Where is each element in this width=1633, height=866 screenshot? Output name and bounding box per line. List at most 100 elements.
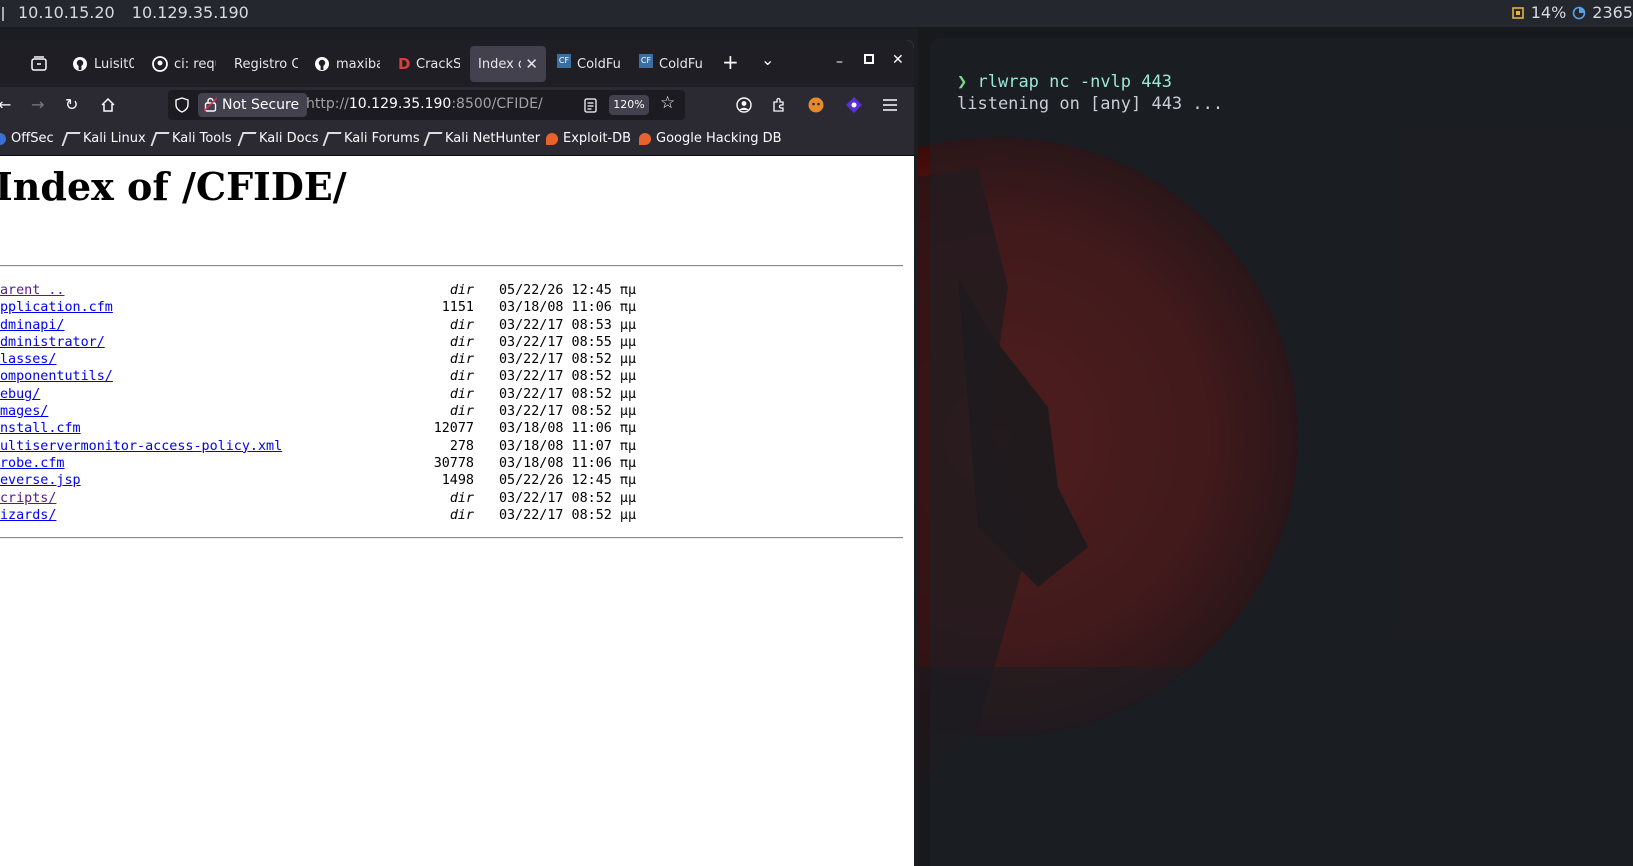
minimize-button[interactable]: –	[836, 54, 843, 70]
bookmark-kali-tools[interactable]: Kali Tools	[150, 131, 232, 146]
tab-registro[interactable]: Registro C	[234, 46, 298, 82]
close-tab-icon[interactable]: ✕	[525, 55, 538, 73]
exploit-db-icon	[546, 132, 558, 145]
bookmark-google-hacking-db[interactable]: Google Hacking DB	[639, 131, 782, 146]
divider	[0, 537, 903, 539]
terminal-command: rlwrap nc -nvlp 443	[977, 72, 1172, 92]
url-host: 10.129.35.190	[348, 96, 452, 112]
entry-size: 1498	[441, 473, 474, 489]
page-title: Index of /CFIDE/	[0, 164, 347, 209]
entry-link[interactable]: mages/	[0, 403, 48, 420]
entry-size: dir	[449, 369, 474, 385]
new-tab-button[interactable]: +	[722, 50, 739, 74]
entry-size: 278	[449, 438, 474, 454]
url-bar[interactable]: Not Secure http://10.129.35.190:8500/CFI…	[168, 90, 685, 120]
local-ip: 10.10.15.20	[18, 3, 115, 22]
entry-size: dir	[449, 352, 474, 368]
entry-size: dir	[449, 404, 474, 420]
entry-link[interactable]: robe.cfm	[0, 455, 65, 472]
entry-link[interactable]: dministrator/	[0, 334, 105, 351]
entry-size: dir	[449, 490, 474, 506]
bar-marker	[2, 7, 4, 21]
tab-coldfusion-1[interactable]: CF ColdFu	[557, 46, 621, 82]
entry-size: dir	[449, 334, 474, 350]
terminal-output: ❯ rlwrap nc -nvlp 443 listening on [any]…	[957, 71, 1223, 115]
hamburger-menu-icon[interactable]	[882, 98, 898, 112]
entry-date: 03/18/08 11:06 πμ	[499, 421, 637, 437]
entry-link[interactable]: izards/	[0, 507, 56, 524]
entry-size: dir	[449, 386, 474, 402]
github-icon	[315, 57, 329, 71]
terminal-window[interactable]: ❯ rlwrap nc -nvlp 443 listening on [any]…	[930, 38, 1633, 866]
bookmark-offsec[interactable]: OffSec	[0, 131, 54, 146]
ip-display: 10.10.15.20 10.129.35.190	[2, 3, 261, 22]
bookmark-kali-docs[interactable]: Kali Docs	[237, 131, 319, 146]
entry-size: 12077	[433, 421, 474, 437]
reload-icon[interactable]: ↻	[65, 95, 78, 114]
tab-luisit0[interactable]: Luisit0	[72, 46, 134, 82]
not-secure-badge[interactable]: Not Secure	[198, 93, 308, 117]
shield-icon[interactable]	[175, 97, 189, 113]
bookmark-kali-nethunter[interactable]: Kali NetHunter	[423, 131, 541, 146]
entry-date: 03/22/17 08:52 μμ	[499, 386, 637, 402]
url-text[interactable]: http://10.129.35.190:8500/CFIDE/	[306, 96, 543, 112]
kali-dragon-icon	[150, 131, 170, 146]
bookmarks-toolbar: OffSec Kali Linux Kali Tools Kali Docs K…	[0, 123, 914, 156]
entry-link[interactable]: dminapi/	[0, 317, 65, 334]
account-icon[interactable]	[736, 97, 752, 113]
tab-cracks[interactable]: D CrackS	[398, 46, 460, 82]
home-icon[interactable]	[100, 97, 116, 113]
entry-date: 03/22/17 08:53 μμ	[499, 317, 637, 333]
maximize-button[interactable]	[864, 52, 874, 68]
prompt-icon: ❯	[957, 72, 968, 92]
entry-date: 03/22/17 08:52 μμ	[499, 490, 637, 506]
entry-link[interactable]: everse.jsp	[0, 472, 81, 489]
tab-coldfusion-2[interactable]: CF ColdFu	[639, 46, 703, 82]
tab-list-icon[interactable]	[30, 56, 48, 72]
entry-size: dir	[449, 507, 474, 523]
entry-date: 03/22/17 08:52 μμ	[499, 404, 637, 420]
bookmark-exploit-db[interactable]: Exploit-DB	[546, 131, 631, 146]
entry-link[interactable]: ultiservermonitor-access-policy.xml	[0, 438, 282, 455]
back-arrow-icon[interactable]: ←	[0, 95, 11, 114]
bookmark-label: Kali NetHunter	[445, 131, 541, 146]
github-icon	[152, 56, 168, 72]
entry-link[interactable]: ebug/	[0, 386, 40, 403]
foxyproxy-icon[interactable]	[807, 96, 825, 114]
wappalyzer-icon[interactable]	[845, 96, 863, 114]
entry-date: 03/22/17 08:52 μμ	[499, 507, 637, 523]
entry-size: 30778	[433, 455, 474, 471]
bookmark-kali-linux[interactable]: Kali Linux	[61, 131, 146, 146]
bookmark-kali-forums[interactable]: Kali Forums	[322, 131, 420, 146]
bookmark-label: Kali Forums	[344, 131, 420, 146]
tab-ci[interactable]: ci: requ	[152, 46, 216, 82]
reader-view-icon[interactable]	[584, 98, 597, 113]
extensions-puzzle-icon[interactable]	[771, 97, 787, 113]
tab-index-of[interactable]: Index o ✕	[470, 46, 546, 82]
broken-lock-icon	[204, 97, 217, 112]
entry-link[interactable]: arent ..	[0, 282, 65, 299]
navigation-toolbar: ← → ↻ Not Secure http://10.129.35.190:85…	[0, 87, 914, 123]
bookmark-star-icon[interactable]: ☆	[660, 93, 675, 113]
list-tabs-chevron-icon[interactable]: ⌄	[761, 50, 774, 69]
bookmark-label: OffSec	[11, 131, 54, 146]
entry-link[interactable]: lasses/	[0, 351, 56, 368]
system-top-bar: 10.10.15.20 10.129.35.190 14% 2365	[0, 0, 1633, 27]
entry-size: dir	[449, 317, 474, 333]
entry-date: 03/22/17 08:52 μμ	[499, 352, 637, 368]
entry-link[interactable]: omponentutils/	[0, 368, 113, 385]
forward-arrow-icon[interactable]: →	[31, 95, 44, 114]
kali-dragon-icon	[322, 131, 342, 146]
tab-maxiba[interactable]: maxiba	[314, 46, 380, 82]
page-content: Index of /CFIDE/ arent .. dir 05/22/26 12:…	[0, 156, 914, 866]
entry-link[interactable]: cripts/	[0, 490, 56, 507]
close-window-button[interactable]: ✕	[892, 52, 904, 68]
entry-size: 1151	[441, 300, 474, 316]
tab-label: maxiba	[336, 56, 380, 72]
tab-label: Index o	[478, 56, 522, 72]
zoom-level[interactable]: 120%	[609, 95, 649, 115]
entry-date: 03/22/17 08:52 μμ	[499, 369, 637, 385]
entry-date: 03/22/17 08:55 μμ	[499, 334, 637, 350]
entry-link[interactable]: pplication.cfm	[0, 299, 113, 316]
entry-link[interactable]: nstall.cfm	[0, 420, 81, 437]
